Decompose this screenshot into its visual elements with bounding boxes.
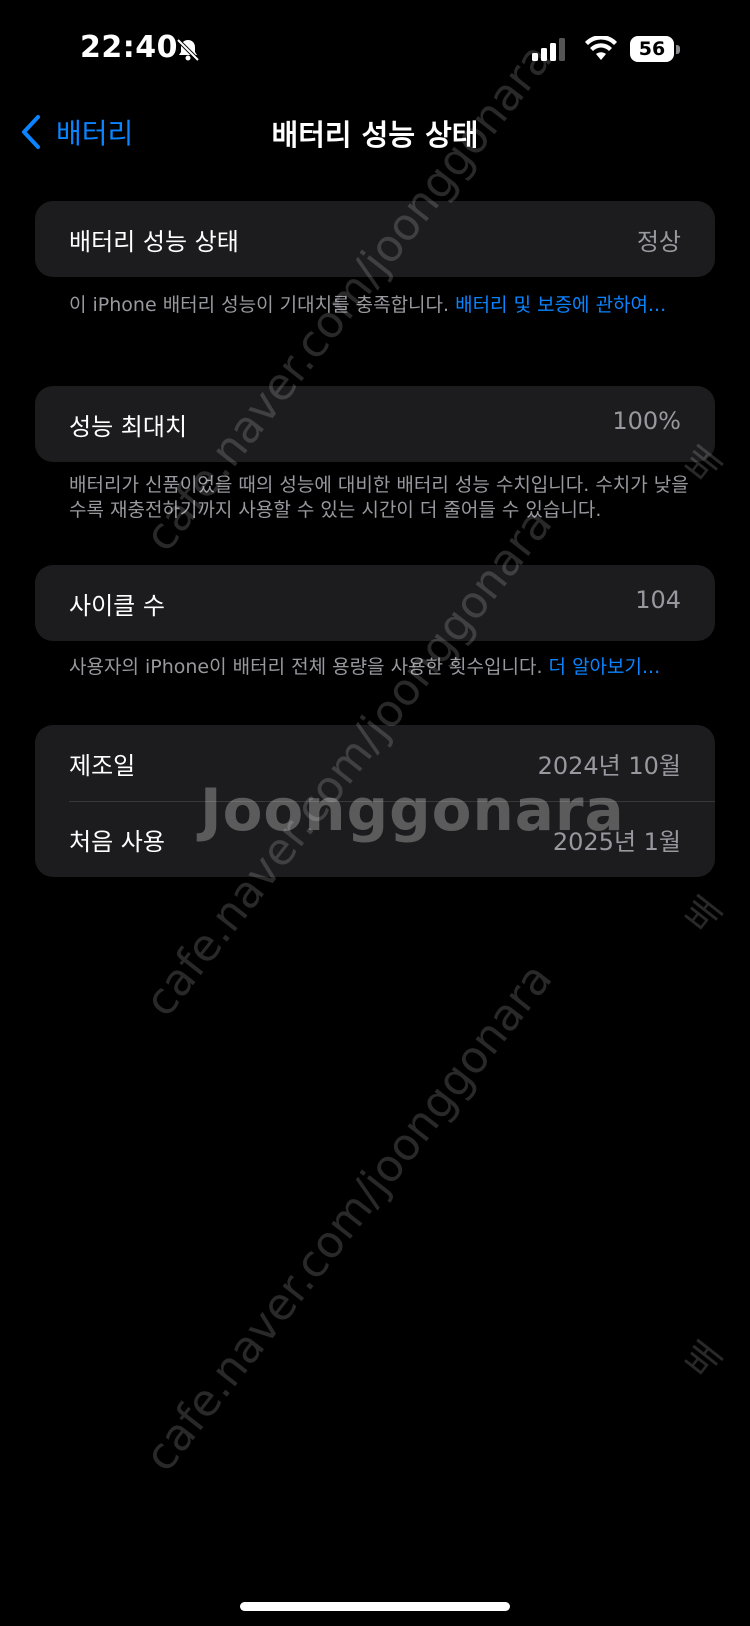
- watermark-side: 배: [678, 889, 731, 941]
- row-divider: [69, 801, 715, 802]
- battery-health-label: 배터리 성능 상태: [69, 228, 239, 256]
- first-use-value: 2025년 1월: [552, 828, 681, 856]
- manufacture-date-row: 제조일 2024년 10월: [35, 725, 715, 801]
- manufacture-date-label: 제조일: [69, 752, 136, 780]
- battery-warranty-link[interactable]: 배터리 및 보증에 관하여...: [455, 294, 666, 316]
- learn-more-link[interactable]: 더 알아보기...: [549, 656, 661, 678]
- first-use-label: 처음 사용: [69, 828, 165, 856]
- max-capacity-value: 100%: [612, 407, 681, 435]
- bell-slash-icon: [176, 38, 200, 62]
- page-title: 배터리 성능 상태: [271, 118, 479, 152]
- cellular-signal-icon: [532, 38, 565, 61]
- max-capacity-label: 성능 최대치: [69, 413, 188, 441]
- manufacture-date-value: 2024년 10월: [537, 752, 681, 780]
- cycle-count-description: 사용자의 iPhone이 배터리 전체 용량을 사용한 횟수입니다.: [69, 656, 549, 678]
- cycle-count-value: 104: [635, 586, 681, 614]
- max-capacity-footnote: 배터리가 신품이었을 때의 성능에 대비한 배터리 성능 수치입니다. 수치가 …: [69, 474, 689, 521]
- cycle-count-row: 사이클 수 104: [35, 565, 715, 641]
- battery-health-card: 배터리 성능 상태 정상: [35, 201, 715, 277]
- cycle-count-label: 사이클 수: [69, 592, 165, 620]
- status-time: 22:40: [80, 30, 178, 65]
- dates-card: 제조일 2024년 10월 처음 사용 2025년 1월: [35, 725, 715, 877]
- battery-level: 56: [630, 36, 674, 62]
- status-bar: 22:40 56: [0, 0, 750, 100]
- watermark-side: 배: [678, 1334, 731, 1386]
- battery-health-row: 배터리 성능 상태 정상: [35, 201, 715, 277]
- battery-icon: 56: [630, 36, 682, 64]
- battery-health-value: 정상: [636, 228, 681, 256]
- battery-health-description: 이 iPhone 배터리 성능이 기대치를 충족합니다.: [69, 294, 456, 316]
- watermark-url: cafe.naver.com/joonggonara: [134, 953, 563, 1481]
- max-capacity-card: 성능 최대치 100%: [35, 386, 715, 462]
- wifi-icon: [585, 36, 617, 60]
- first-use-row: 처음 사용 2025년 1월: [35, 801, 715, 877]
- home-indicator[interactable]: [240, 1602, 510, 1611]
- battery-health-footnote: 이 iPhone 배터리 성능이 기대치를 충족합니다. 배터리 및 보증에 관…: [69, 293, 689, 318]
- cycle-count-card: 사이클 수 104: [35, 565, 715, 641]
- max-capacity-row: 성능 최대치 100%: [35, 386, 715, 462]
- cycle-count-footnote: 사용자의 iPhone이 배터리 전체 용량을 사용한 횟수입니다. 더 알아보…: [69, 655, 709, 680]
- navigation-bar: 배터리 배터리 성능 상태: [0, 100, 750, 164]
